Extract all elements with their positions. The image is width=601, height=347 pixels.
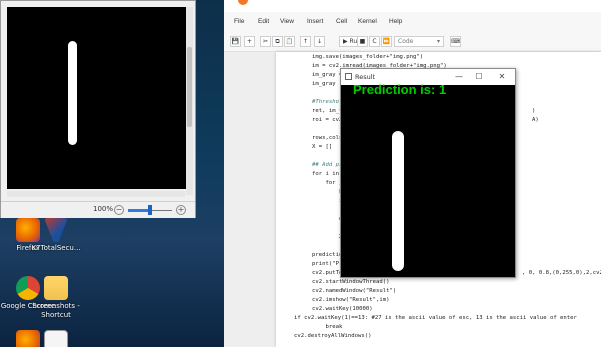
close-button[interactable]: ✕ xyxy=(496,72,508,81)
desktop-icon-file[interactable] xyxy=(28,330,84,347)
desktop-icon-k7[interactable]: K7TotalSecu... xyxy=(28,218,84,253)
code-line: cv2.startWindowThread() xyxy=(312,279,390,285)
window-icon xyxy=(345,73,352,80)
code-line-fragment: A) xyxy=(532,117,539,123)
menu-bar: File Edit View Insert Cell Kernel Help xyxy=(224,12,601,32)
zoom-slider-thumb[interactable] xyxy=(148,205,152,215)
code-line: img.save(images_folder+"img.png") xyxy=(312,54,424,60)
file-icon xyxy=(44,330,68,347)
scrollbar-thumb[interactable] xyxy=(187,47,192,127)
zoom-out-button[interactable]: − xyxy=(114,205,124,215)
code-line-fragment: ) xyxy=(532,108,536,114)
stop-icon[interactable]: ■ xyxy=(357,36,368,47)
paste-icon[interactable]: 📋 xyxy=(284,36,295,47)
code-line: X = [] xyxy=(312,144,333,150)
menu-kernel[interactable]: Kernel xyxy=(358,18,377,25)
result-image xyxy=(341,85,515,277)
maximize-button[interactable]: ☐ xyxy=(473,72,485,81)
code-line: break xyxy=(312,324,343,330)
move-up-icon[interactable]: ↑ xyxy=(300,36,311,47)
logo-fragment xyxy=(238,0,248,5)
keyboard-icon[interactable]: ⌨ xyxy=(450,36,461,47)
add-cell-icon[interactable]: + xyxy=(244,36,255,47)
menu-view[interactable]: View xyxy=(280,18,294,25)
notebook-toolbar: 💾 + ✂ ⧉ 📋 ↑ ↓ ▶ Run ■ C ⏩ Code ▾ ⌨ xyxy=(224,32,601,52)
cell-type-value: Code xyxy=(398,38,414,45)
code-line-fragment: , 0, 0.8,(0,255,0),2,cv2.L xyxy=(522,270,601,276)
window-title: Result xyxy=(355,73,376,81)
menu-insert[interactable]: Insert xyxy=(307,18,323,25)
zoom-in-button[interactable]: + xyxy=(176,205,186,215)
handwritten-digit-stroke xyxy=(68,41,77,145)
code-line: cv2.waitKey(10000) xyxy=(312,306,373,312)
cut-icon[interactable]: ✂ xyxy=(260,36,271,47)
code-line: cv2.namedWindow("Result") xyxy=(312,288,397,294)
code-line: cv2.destroyAllWindows() xyxy=(294,333,372,339)
result-window: Result — ☐ ✕ xyxy=(340,68,516,278)
horizontal-scrollbar[interactable] xyxy=(7,191,185,197)
handwritten-digit-stroke xyxy=(392,131,404,271)
menu-file[interactable]: File xyxy=(234,18,244,25)
chevron-down-icon: ▾ xyxy=(436,38,440,45)
copy-icon[interactable]: ⧉ xyxy=(272,36,283,47)
fast-forward-icon[interactable]: ⏩ xyxy=(381,36,392,47)
minimize-button[interactable]: — xyxy=(453,72,465,81)
prediction-overlay-text: Prediction is: 1 xyxy=(353,82,447,97)
notebook-header xyxy=(224,0,601,12)
status-bar: 100% − + xyxy=(1,201,195,218)
folder-shortcut-icon xyxy=(44,276,68,300)
drawing-canvas[interactable] xyxy=(7,7,187,189)
desktop-icon-screenshots[interactable]: Screenshots - Shortcut xyxy=(28,276,84,320)
menu-help[interactable]: Help xyxy=(389,18,402,25)
code-line: cv2.imshow("Result",im) xyxy=(312,297,390,303)
menu-edit[interactable]: Edit xyxy=(258,18,269,25)
menu-cell[interactable]: Cell xyxy=(336,18,347,25)
move-down-icon[interactable]: ↓ xyxy=(314,36,325,47)
zoom-level-text: 100% xyxy=(93,205,114,213)
vertical-scrollbar[interactable] xyxy=(186,7,193,195)
cell-type-select[interactable]: Code ▾ xyxy=(394,36,444,47)
zoom-slider-fill xyxy=(128,209,150,212)
save-icon[interactable]: 💾 xyxy=(230,36,241,47)
code-line: if cv2.waitKey(1)==13: #27 is the ascii … xyxy=(294,315,577,321)
drawing-window: 100% − + xyxy=(0,0,196,218)
k7-security-icon xyxy=(44,218,68,242)
restart-icon[interactable]: C xyxy=(369,36,380,47)
